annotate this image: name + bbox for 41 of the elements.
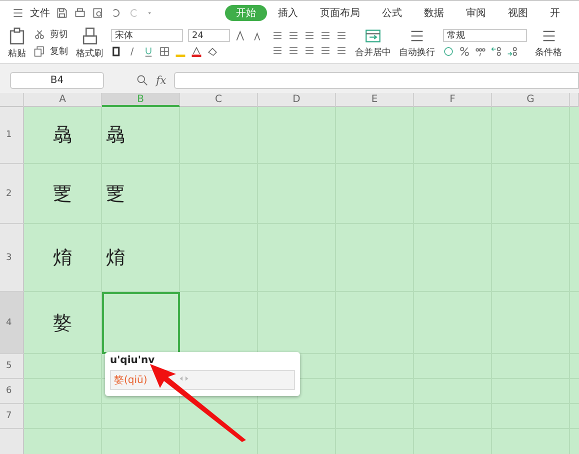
cut-button[interactable]: 剪切 [50, 28, 68, 41]
table-cell: 覂 [102, 164, 180, 224]
format-painter-button[interactable]: 格式刷 [76, 46, 103, 60]
ribbon-tab[interactable]: 数据 [413, 5, 455, 21]
column-header[interactable]: C [180, 93, 258, 107]
font-size-dropdown[interactable]: 24 [188, 29, 230, 42]
function-label[interactable]: fx [156, 74, 166, 86]
column-header[interactable]: F [414, 93, 492, 107]
row-header[interactable]: 1 [0, 107, 24, 164]
table-cell: 骉 [102, 107, 180, 164]
conditional-format-button[interactable]: 条件格 [535, 46, 562, 58]
number-format-dropdown[interactable]: 常规 [443, 29, 527, 42]
table-cell: 嫯 [24, 292, 102, 354]
file-menu[interactable]: 文件 [30, 6, 50, 20]
ribbon-tab[interactable]: 插入 [267, 5, 309, 21]
row-header[interactable]: 2 [0, 164, 24, 224]
row-header[interactable]: 5 [0, 354, 24, 379]
font-dropdown[interactable]: 宋体 [111, 29, 183, 42]
wrap-text-button[interactable]: 自动换行 [399, 46, 435, 58]
column-header[interactable]: G [492, 93, 570, 107]
table-cell: 覂 [24, 164, 102, 224]
ribbon-tab[interactable]: 审阅 [455, 5, 497, 21]
table-cell: 焴 [102, 224, 180, 292]
row-header[interactable]: 3 [0, 224, 24, 292]
row-header[interactable]: 6 [0, 379, 24, 404]
merge-center-button[interactable]: 合并居中 [355, 46, 391, 58]
row-header[interactable]: 7 [0, 404, 24, 429]
row-header[interactable]: 4 [0, 292, 24, 354]
table-cell: 骉 [24, 107, 102, 164]
ribbon-tab[interactable]: 开 [539, 5, 571, 21]
column-header[interactable]: A [24, 93, 102, 107]
column-header[interactable]: D [258, 93, 336, 107]
column-header[interactable]: E [336, 93, 414, 107]
ime-pinyin-text: u'qiu'nv [110, 355, 156, 366]
ribbon-tab[interactable]: 页面布局 [309, 5, 371, 21]
ribbon-tab[interactable]: 公式 [371, 5, 413, 21]
copy-button[interactable]: 复制 [50, 45, 68, 58]
name-box[interactable]: B4 [10, 72, 104, 88]
paste-button[interactable]: 粘贴 [8, 46, 26, 60]
ribbon-tab[interactable]: 视图 [497, 5, 539, 21]
table-cell: 焴 [24, 224, 102, 292]
